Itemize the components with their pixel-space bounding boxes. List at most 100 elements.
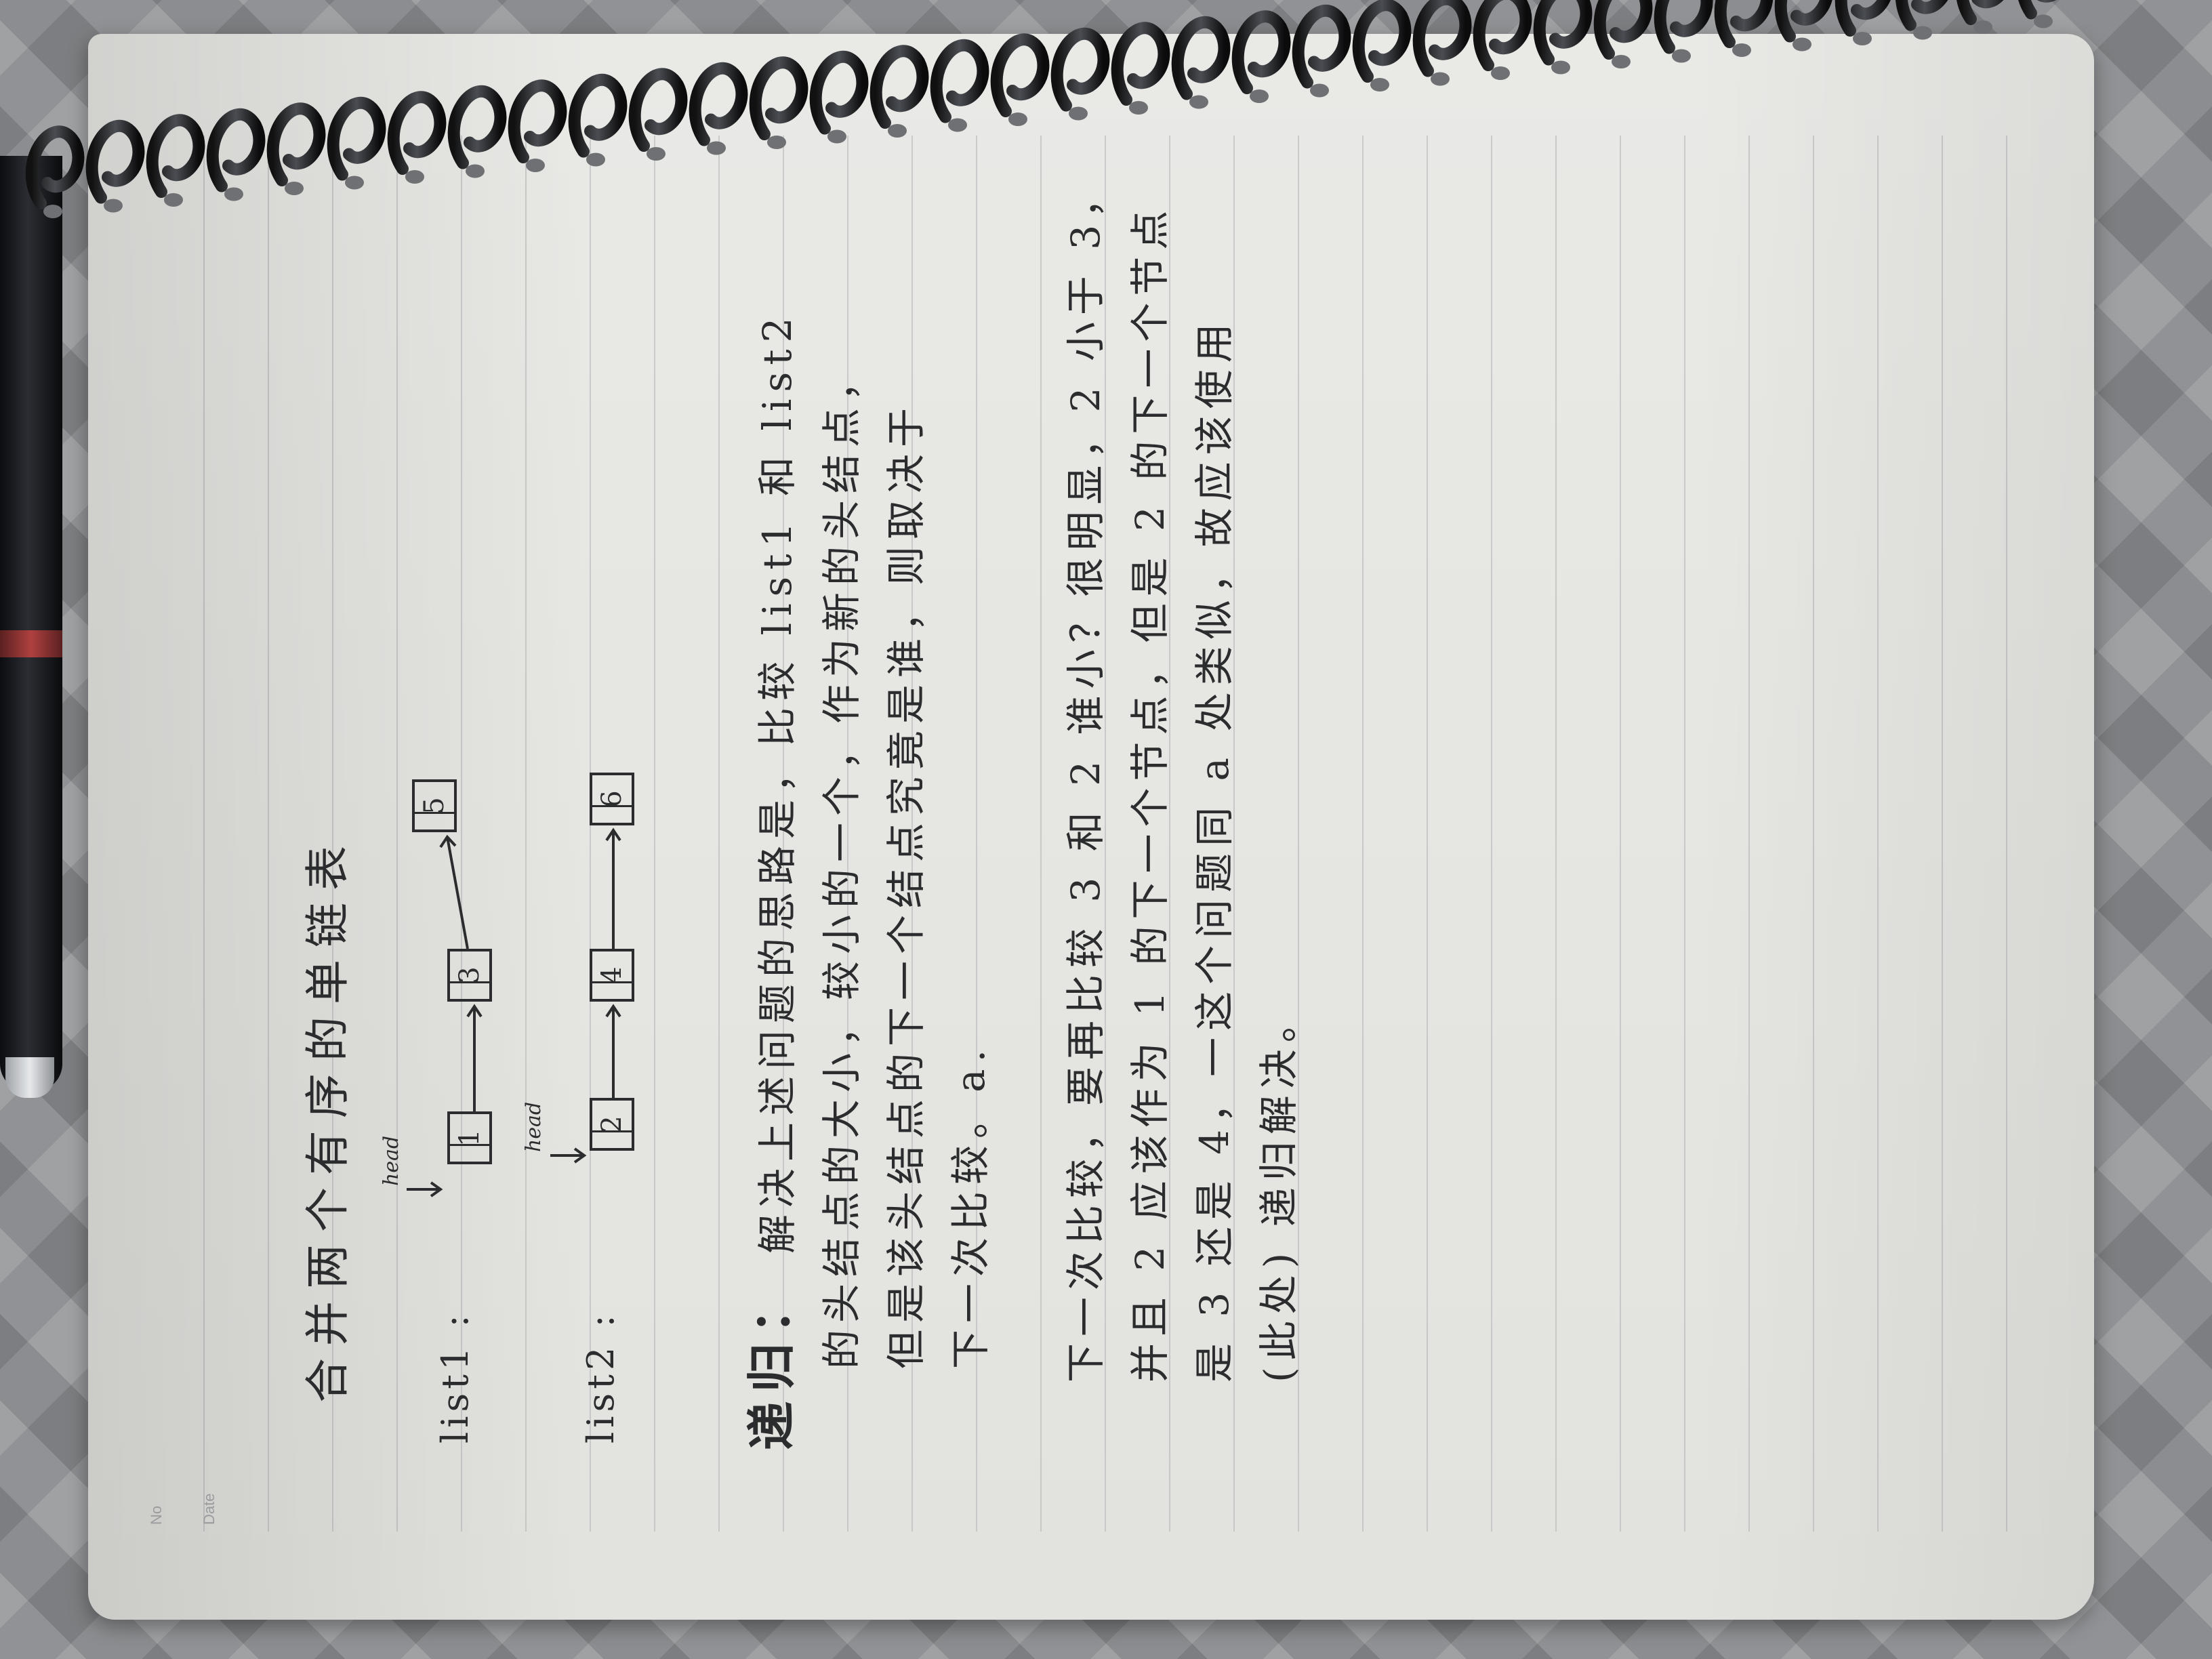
spiral-coil	[628, 68, 688, 152]
rule-line	[1620, 136, 1621, 1532]
spiral-coil	[1050, 28, 1110, 112]
spiral-coil	[1231, 10, 1291, 94]
list1-node: 3	[447, 949, 492, 1002]
spiral-coil	[447, 85, 507, 169]
rule-line	[718, 136, 720, 1532]
rule-line	[396, 136, 398, 1532]
punch-hole	[767, 136, 786, 149]
punch-hole	[1732, 43, 1751, 57]
paragraph2-line: (此处) 递归解决。	[1256, 996, 1302, 1382]
punch-hole	[1310, 83, 1329, 98]
spiral-coil	[568, 74, 628, 158]
pen-tip	[5, 1057, 54, 1098]
section-heading: 递归：	[743, 1275, 800, 1450]
paragraph2-line: 下一次比较，要再比较 3 和 2 谁小？很明显，2 小于 3，	[1063, 171, 1109, 1382]
punch-hole	[1612, 55, 1631, 68]
list1-node: 1	[447, 1111, 492, 1164]
spiral-coil	[146, 114, 205, 198]
punch-hole	[1491, 66, 1510, 80]
punch-hole	[948, 118, 967, 132]
punch-hole	[1250, 89, 1269, 103]
punch-hole	[888, 124, 907, 138]
punch-hole	[827, 129, 846, 144]
spiral-coil	[1412, 0, 1472, 77]
spiral-coil	[1714, 0, 1774, 48]
punch-hole	[647, 147, 665, 161]
rule-line	[1555, 136, 1557, 1532]
pen-band	[0, 630, 62, 657]
rule-line	[268, 136, 269, 1532]
spiral-coil	[809, 51, 869, 135]
rule-line	[1684, 136, 1685, 1532]
punch-hole	[1793, 37, 1811, 52]
punch-hole	[405, 170, 424, 184]
spiral-coil	[327, 97, 386, 181]
spiral-coil	[508, 79, 567, 163]
spiral-coil	[25, 125, 85, 209]
list2-node: 4	[590, 949, 634, 1002]
rule-line	[1040, 136, 1042, 1532]
rule-line	[1748, 136, 1750, 1532]
punch-hole	[1069, 106, 1088, 121]
punch-hole	[707, 141, 726, 155]
rule-line	[1942, 136, 1943, 1532]
punch-hole	[526, 159, 545, 172]
paragraph2-line: 是 3 还是 4，一这个问题同 a 处类似，故应该使用	[1191, 316, 1237, 1382]
punch-hole	[586, 152, 605, 167]
spiral-coil	[1171, 16, 1231, 100]
rule-line	[1813, 136, 1814, 1532]
spiral-coil	[689, 62, 748, 146]
spiral-coil	[1473, 0, 1532, 71]
spiral-coil	[85, 120, 145, 204]
punch-hole	[1973, 20, 1992, 34]
punch-hole	[43, 205, 62, 218]
list2-node: 2	[590, 1098, 634, 1151]
spiral-coil	[387, 91, 447, 175]
spiral-coil	[1774, 0, 1832, 43]
rule-line	[525, 136, 527, 1532]
spiral-binding	[25, 0, 2057, 218]
node-value: 2	[596, 1115, 628, 1133]
punch-hole	[2034, 14, 2053, 28]
rule-line	[1877, 136, 1879, 1532]
spiral-coil	[869, 45, 929, 129]
rule-line	[1491, 136, 1492, 1532]
paragraph1-line: 解决上述问题的思路是，比较 list1 和 list2	[754, 310, 800, 1254]
pen	[0, 156, 62, 1091]
rule-line	[1427, 136, 1428, 1532]
punch-hole	[1370, 78, 1389, 91]
node-value: 3	[454, 966, 485, 984]
paragraph1-line: 但是该头结点的下一个结点究竟是谁，则取决于	[883, 401, 929, 1369]
node-value: 6	[596, 790, 628, 808]
punch-hole	[104, 199, 123, 213]
page-label-no: No	[148, 1505, 165, 1525]
list2-label: list2 :	[579, 1311, 622, 1443]
spiral-coil	[930, 39, 989, 123]
node-value: 5	[419, 797, 450, 815]
punch-hole	[1853, 32, 1872, 45]
spiral-coil	[206, 108, 266, 192]
list1-node: 5	[412, 779, 457, 832]
spiral-coil	[1533, 0, 1593, 66]
list2-node: 6	[590, 773, 634, 825]
punch-hole	[1431, 72, 1450, 86]
spiral-coil	[1352, 0, 1412, 83]
spiral-coil	[1957, 0, 2004, 25]
node-value: 4	[596, 966, 628, 984]
punch-hole	[1672, 49, 1691, 63]
punch-hole	[1129, 101, 1148, 115]
spiral-coil	[990, 33, 1050, 117]
punch-hole	[224, 187, 243, 201]
spiral-coil	[2018, 0, 2057, 20]
rule-line	[203, 136, 205, 1532]
list1-head-label: head	[380, 1135, 403, 1186]
spiral-coil	[1654, 0, 1713, 54]
spiral-coil	[749, 56, 808, 140]
punch-hole	[1189, 95, 1208, 109]
paragraph1-line: 下一次比较。a.	[947, 1042, 994, 1369]
paragraph2-line: 并且 2 应该作为 1 的下一个节点，但是 2 的下一个节点	[1127, 203, 1173, 1382]
punch-hole	[345, 176, 364, 190]
spiral-coil	[1292, 5, 1351, 89]
punch-hole	[1008, 112, 1027, 126]
punch-hole	[285, 182, 304, 195]
